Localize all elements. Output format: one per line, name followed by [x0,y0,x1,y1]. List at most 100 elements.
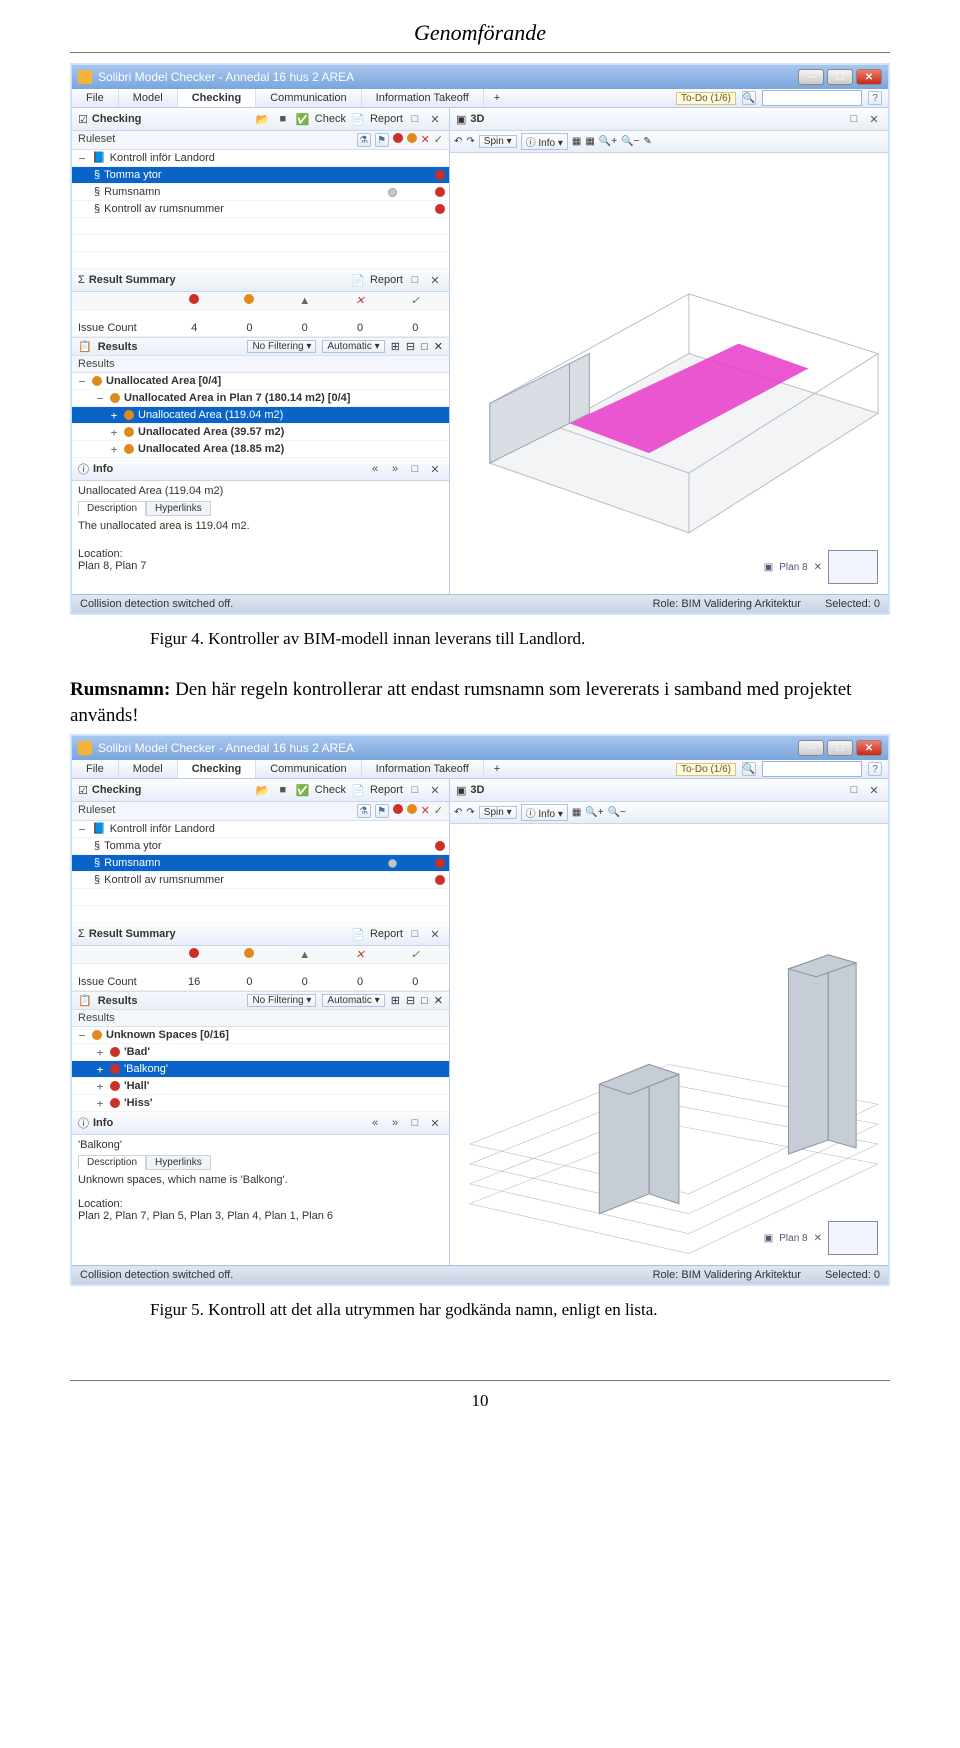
results-row[interactable]: +'Bad' [72,1044,449,1061]
results-row-selected[interactable]: +Unallocated Area (119.04 m2) [72,407,449,424]
results-row[interactable]: +'Hall' [72,1078,449,1095]
rule-rumsnummer[interactable]: § Kontroll av rumsnummer [72,872,449,889]
panel-max-icon[interactable]: □ [421,995,428,1007]
no-filtering-dd[interactable]: No Filtering ▾ [247,994,316,1007]
menu-model[interactable]: Model [119,89,178,107]
check-button[interactable]: ✅ [295,782,311,798]
zoom-out-icon[interactable]: 🔍− [608,807,626,818]
tool-icon[interactable]: ✎ [643,136,651,147]
flag-icon[interactable]: ⚑ [375,804,389,818]
next-icon[interactable]: » [387,461,403,477]
menu-communication[interactable]: Communication [256,89,361,107]
info-dd[interactable]: ⓘ Info ▾ [521,133,568,150]
todo-indicator[interactable]: To-Do (1/6) [676,763,736,776]
panel-max-icon[interactable]: □ [421,341,428,353]
panel-max-icon[interactable]: □ [407,111,423,127]
panel-max-icon[interactable]: □ [846,111,862,127]
results-row[interactable]: −Unallocated Area in Plan 7 (180.14 m2) … [72,390,449,407]
close-button[interactable]: ✕ [856,69,882,85]
rule-rumsnamn[interactable]: § Rumsnamn [72,184,449,201]
info-dd[interactable]: ⓘ Info ▾ [521,804,568,821]
zoom-in-icon[interactable]: 🔍+ [585,807,603,818]
nav-cube[interactable] [828,550,878,584]
panel-max-icon[interactable]: □ [407,272,423,288]
menu-checking[interactable]: Checking [178,89,257,107]
panel-close-icon[interactable]: ✕ [427,272,443,288]
menu-checking[interactable]: Checking [178,760,257,778]
nav-cube[interactable] [828,1221,878,1255]
view-icon[interactable]: ▦ [572,136,581,147]
search-icon[interactable]: 🔍 [742,762,756,776]
results-row[interactable]: +Unallocated Area (39.57 m2) [72,424,449,441]
panel-max-icon[interactable]: □ [846,782,862,798]
tab-description[interactable]: Description [78,501,146,516]
no-filtering-dd[interactable]: No Filtering ▾ [247,340,316,353]
ruleset-root[interactable]: −📘 Kontroll inför Landord [72,150,449,167]
zoom-out-icon[interactable]: 🔍− [621,136,639,147]
report-icon[interactable]: 📄 [350,111,366,127]
menu-communication[interactable]: Communication [256,760,361,778]
view-icon[interactable]: ▦ [572,807,581,818]
collapse-icon[interactable]: ⊟ [406,340,415,353]
search-input[interactable] [762,761,862,777]
rule-tomma-ytor[interactable]: § Tomma ytor [72,838,449,855]
search-input[interactable] [762,90,862,106]
automatic-dd[interactable]: Automatic ▾ [322,994,384,1007]
close-button[interactable]: ✕ [856,740,882,756]
panel-close-icon[interactable]: ✕ [434,994,443,1007]
zoom-in-icon[interactable]: 🔍+ [599,136,617,147]
undo-icon[interactable]: ↶ [454,136,462,147]
results-row[interactable]: −Unallocated Area [0/4] [72,373,449,390]
tab-hyperlinks[interactable]: Hyperlinks [146,1155,211,1170]
rule-tomma-ytor[interactable]: § Tomma ytor [72,167,449,184]
prev-icon[interactable]: « [367,1115,383,1131]
prev-icon[interactable]: « [367,461,383,477]
results-row[interactable]: +Unallocated Area (18.85 m2) [72,441,449,458]
minimize-button[interactable]: ─ [798,740,824,756]
menu-file[interactable]: File [72,760,119,778]
collapse-icon[interactable]: ⊟ [406,994,415,1007]
tab-description[interactable]: Description [78,1155,146,1170]
expand-icon[interactable]: ⊞ [391,994,400,1007]
automatic-dd[interactable]: Automatic ▾ [322,340,384,353]
open-icon[interactable]: 📂 [255,111,271,127]
undo-icon[interactable]: ↶ [454,807,462,818]
menu-info-takeoff[interactable]: Information Takeoff [362,760,484,778]
tab-hyperlinks[interactable]: Hyperlinks [146,501,211,516]
todo-indicator[interactable]: To-Do (1/6) [676,92,736,105]
open-icon[interactable]: 📂 [255,782,271,798]
panel-close-icon[interactable]: ✕ [427,1115,443,1131]
report-icon[interactable]: 📄 [350,926,366,942]
help-icon[interactable]: ? [868,762,882,776]
panel-max-icon[interactable]: □ [407,1115,423,1131]
panel-close-icon[interactable]: ✕ [866,111,882,127]
maximize-button[interactable]: ☐ [827,69,853,85]
expand-icon[interactable]: ⊞ [391,340,400,353]
help-icon[interactable]: ? [868,91,882,105]
redo-icon[interactable]: ↷ [466,136,474,147]
panel-close-icon[interactable]: ✕ [427,926,443,942]
view-icon[interactable]: ▦ [585,136,594,147]
3d-viewport[interactable]: ▣Plan 8✕ [450,824,888,1265]
flag-icon[interactable]: ⚑ [375,133,389,147]
add-tab[interactable]: + [484,760,510,778]
menu-model[interactable]: Model [119,760,178,778]
maximize-button[interactable]: ☐ [827,740,853,756]
filter-icon[interactable]: ⚗ [357,133,371,147]
next-icon[interactable]: » [387,1115,403,1131]
stop-icon[interactable]: ■ [275,782,291,798]
stop-icon[interactable]: ■ [275,111,291,127]
search-icon[interactable]: 🔍 [742,91,756,105]
rule-rumsnummer[interactable]: § Kontroll av rumsnummer [72,201,449,218]
minimize-button[interactable]: ─ [798,69,824,85]
menu-info-takeoff[interactable]: Information Takeoff [362,89,484,107]
results-row[interactable]: +'Hiss' [72,1095,449,1112]
report-icon[interactable]: 📄 [350,782,366,798]
menu-file[interactable]: File [72,89,119,107]
spin-dd[interactable]: Spin ▾ [479,135,517,148]
ruleset-root[interactable]: −📘 Kontroll inför Landord [72,821,449,838]
check-button[interactable]: ✅ [295,111,311,127]
3d-viewport[interactable]: ▣Plan 8✕ [450,153,888,594]
panel-max-icon[interactable]: □ [407,782,423,798]
panel-max-icon[interactable]: □ [407,461,423,477]
